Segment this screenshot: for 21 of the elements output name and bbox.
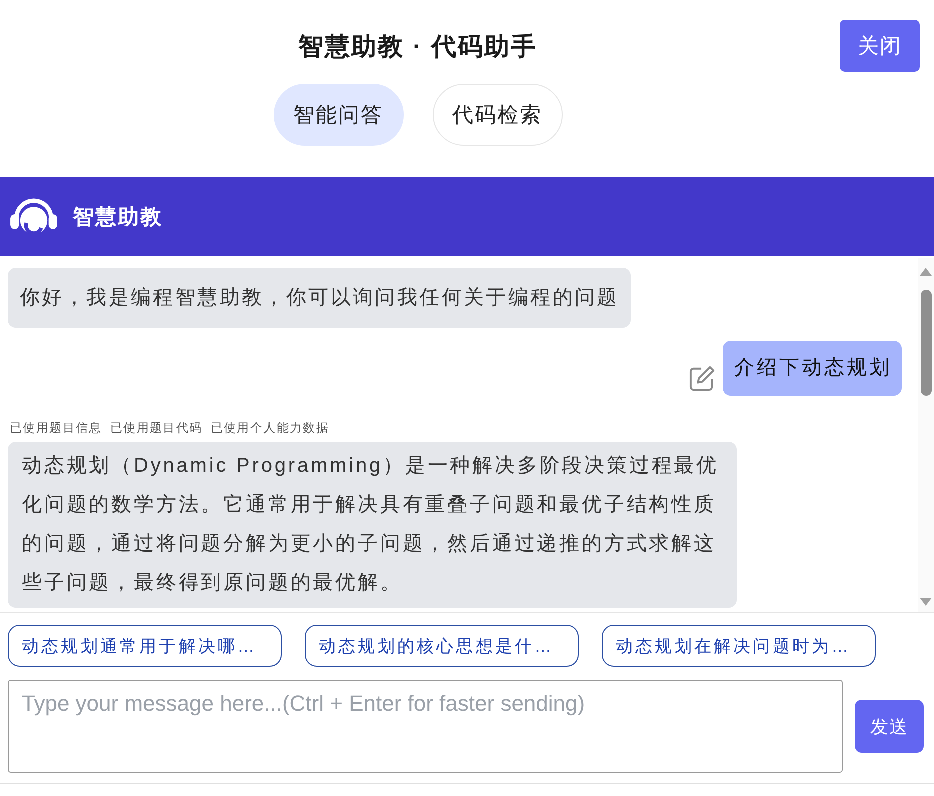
tab[interactable]: 代码检索 [432,84,562,146]
page-title: 智慧助教 · 代码助手 [298,32,538,62]
close-button[interactable]: 关闭 [840,20,920,72]
scroll-up-icon[interactable] [920,268,932,276]
scroll-down-icon[interactable] [920,598,932,606]
assistant-title: 智慧助教 [73,204,163,230]
message-input[interactable]: Type your message here...(Ctrl + Enter for faster sending) [8,680,843,773]
send-button[interactable]: 发送 [855,700,924,753]
user-message: 介绍下动态规划 [722,341,902,396]
suggested-question[interactable]: 动态规划通常用于解决哪… [8,625,282,667]
assistant-message: 你好，我是编程智慧助教，你可以询问我任何关于编程的问题 [8,268,632,328]
scrollbar[interactable] [918,258,934,612]
edit-icon[interactable] [688,365,716,392]
context-tag: 已使用题目代码 [110,420,203,437]
context-tag: 已使用题目信息 [10,420,102,437]
suggested-question[interactable]: 动态规划的核心思想是什… [305,625,579,667]
scrollbar-thumb[interactable] [920,290,932,396]
tab[interactable]: 智能问答 [274,84,404,146]
assistant-message: 动态规划（Dynamic Programming）是一种解决多阶段决策过程最优化问题的数学方法。它通常用于解决具有重叠子问题和最优子结构性质的问题，通过将问题分解为更小的子问题，然后通过递推的方式求解这些子问题，最终得到原问题的最优解。 [8,442,737,608]
suggested-question[interactable]: 动态规划在解决问题时为… [602,625,876,667]
context-tag: 已使用个人能力数据 [210,420,330,437]
